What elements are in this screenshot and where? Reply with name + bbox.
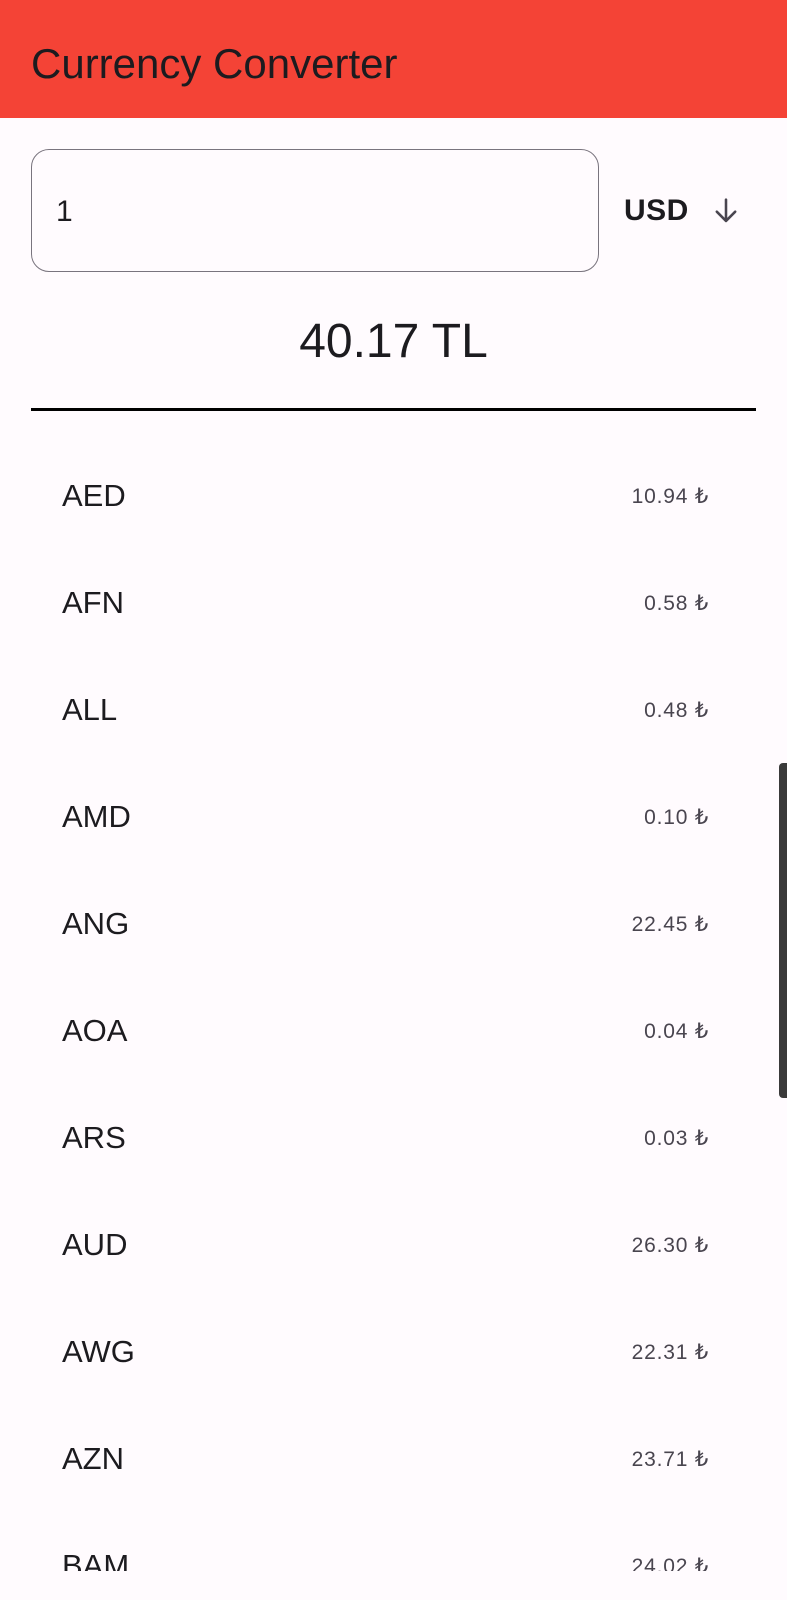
rate-row[interactable]: AED 10.94 ₺ <box>0 443 787 550</box>
rate-row[interactable]: AFN 0.58 ₺ <box>0 550 787 657</box>
arrow-down-icon <box>715 198 737 223</box>
rate-row[interactable]: AOA 0.04 ₺ <box>0 978 787 1085</box>
rate-row[interactable]: AMD 0.10 ₺ <box>0 764 787 871</box>
rate-row[interactable]: ARS 0.03 ₺ <box>0 1085 787 1192</box>
rate-row[interactable]: AUD 26.30 ₺ <box>0 1192 787 1299</box>
currency-code: AED <box>62 478 126 513</box>
currency-code: ALL <box>62 692 118 727</box>
rate-value: 0.04 ₺ <box>644 1020 709 1043</box>
rate-value: 10.94 ₺ <box>631 485 709 508</box>
rate-value: 0.58 ₺ <box>644 592 709 615</box>
rate-value: 23.71 ₺ <box>631 1448 709 1471</box>
currency-code: AFN <box>62 585 124 620</box>
currency-code: AZN <box>62 1441 124 1476</box>
currency-code: ANG <box>62 906 130 941</box>
selected-currency: USD <box>624 194 689 227</box>
app-title: Currency Converter <box>31 40 398 87</box>
currency-code: AWG <box>62 1334 135 1369</box>
rate-list[interactable]: AED 10.94 ₺ AFN 0.58 ₺ ALL 0.48 ₺ AMD 0.… <box>0 443 787 1571</box>
list-bottom-edge <box>0 1571 787 1600</box>
app-bar: Currency Converter <box>0 0 787 118</box>
currency-code: BAM <box>62 1548 130 1571</box>
rate-row[interactable]: ANG 22.45 ₺ <box>0 871 787 978</box>
scrollbar-thumb[interactable] <box>779 763 787 1098</box>
rate-value: 22.45 ₺ <box>631 913 709 936</box>
currency-code: AOA <box>62 1013 128 1048</box>
amount-field[interactable] <box>31 149 599 272</box>
currency-dropdown[interactable]: USD <box>624 186 764 236</box>
rate-row[interactable]: AZN 23.71 ₺ <box>0 1406 787 1513</box>
currency-converter-screen: Currency Converter USD 40.17 TL AED 10.9… <box>0 0 787 1600</box>
currency-code: AMD <box>62 799 131 834</box>
rate-value: 0.48 ₺ <box>644 699 709 722</box>
rate-row[interactable]: AWG 22.31 ₺ <box>0 1299 787 1406</box>
rate-row[interactable]: BAM 24.02 ₺ <box>0 1513 787 1571</box>
rate-value: 22.31 ₺ <box>631 1341 709 1364</box>
rate-value: 0.03 ₺ <box>644 1127 709 1150</box>
currency-code: ARS <box>62 1120 126 1155</box>
divider <box>31 408 756 411</box>
rate-value: 0.10 ₺ <box>644 806 709 829</box>
rate-row[interactable]: ALL 0.48 ₺ <box>0 657 787 764</box>
amount-input[interactable] <box>56 190 556 234</box>
rate-value: 26.30 ₺ <box>631 1234 709 1257</box>
conversion-result: 40.17 TL <box>299 315 488 368</box>
currency-code: AUD <box>62 1227 128 1262</box>
rate-value: 24.02 ₺ <box>631 1555 709 1571</box>
